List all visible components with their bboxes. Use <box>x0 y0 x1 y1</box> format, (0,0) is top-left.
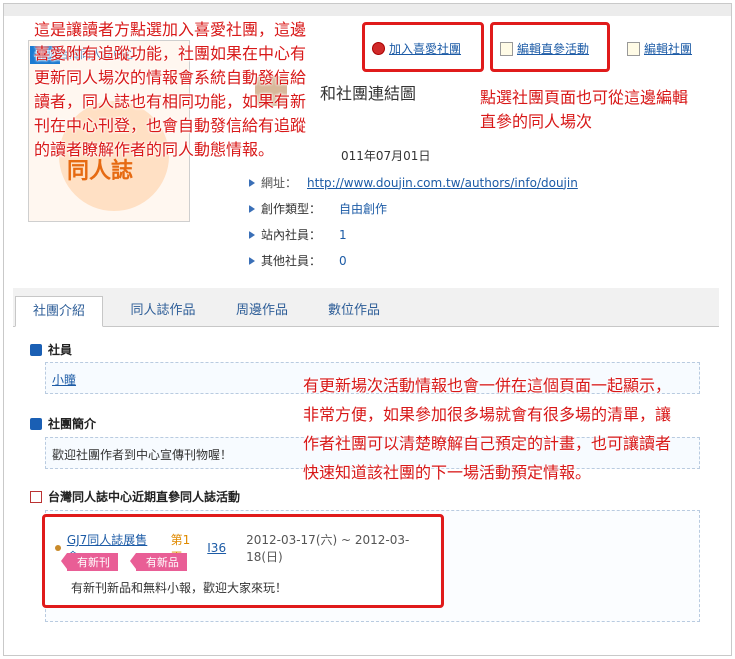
annotation-line: 作者社團可以清楚瞭解自己預定的計畫，也可讓讀者 <box>303 434 672 453</box>
partial-info-text: 和社團連結圖 <box>320 84 417 103</box>
website-label: 網址： <box>261 176 298 190</box>
annotation-line: 點選社團頁面也可從這邊編輯 <box>480 88 689 107</box>
annotation-right-top: 點選社團頁面也可從這邊編輯 直參的同人場次 <box>480 86 688 134</box>
tab-digital-works[interactable]: 數位作品 <box>311 296 397 325</box>
edit-club-label: 編輯社團 <box>644 42 693 56</box>
info-icon <box>30 417 42 430</box>
annotation-left-top: 這是讓讀者方點選加入喜愛社團，這邊 喜愛附有追蹤功能，社團如果在中心有 更新同人… <box>34 18 306 162</box>
annotation-line: 更新同人場次的情報會系統自動發信給 <box>34 68 307 87</box>
annotation-line: 這是讓讀者方點選加入喜愛社團，這邊 <box>34 20 307 39</box>
intro-section-title: 社團簡介 <box>30 415 96 432</box>
highlight-event-card <box>42 514 444 608</box>
annotation-line: 非常方便，如果參加很多場就會有很多場的清單，讓 <box>303 405 672 424</box>
highlight-join-button <box>362 22 484 72</box>
founded-value: 011年07月01日 <box>341 149 431 163</box>
annotation-line: 的讀者瞭解作者的同人動態情報。 <box>34 140 275 159</box>
bullet-icon <box>249 178 255 187</box>
info-others: 其他社員： 0 <box>249 252 347 269</box>
info-website: 網址： http://www.doujin.com.tw/authors/inf… <box>249 174 578 191</box>
info-type: 創作類型： 自由創作 <box>249 200 387 217</box>
intro-title-text: 社團簡介 <box>48 417 97 431</box>
tab-merch-works[interactable]: 周邊作品 <box>219 296 305 325</box>
members-section-title: 社員 <box>30 341 72 358</box>
annotation-line: 喜愛附有追蹤功能，社團如果在中心有 <box>34 44 307 63</box>
tab-bar: 社團介紹 同人誌作品 周邊作品 數位作品 <box>13 296 719 327</box>
members-title-text: 社員 <box>48 343 73 357</box>
intro-text: 歡迎社團作者到中心宣傳刊物喔！ <box>52 448 233 462</box>
annotation-line: 直參的同人場次 <box>480 112 593 131</box>
annotation-line: 快速知道該社團的下一場活動預定情報。 <box>303 463 592 482</box>
others-value: 0 <box>339 253 347 268</box>
others-label: 其他社員： <box>261 254 322 268</box>
tab-club-intro[interactable]: 社團介紹 <box>15 296 103 327</box>
members-value: 1 <box>339 227 347 242</box>
annotation-line: 有更新場次活動情報也會一併在這個頁面一起顯示， <box>303 376 672 395</box>
events-title-text: 台灣同人誌中心近期直參同人誌活動 <box>48 490 241 504</box>
highlight-edit-event-button <box>490 22 610 72</box>
edit-club-button[interactable]: 編輯社團 <box>627 40 692 57</box>
bullet-icon <box>249 230 255 239</box>
members-label: 站內社員： <box>261 228 322 242</box>
annotation-line: 讀者，同人誌也有相同功能，如果有新 <box>34 92 307 111</box>
type-label: 創作類型： <box>261 202 322 216</box>
annotation-line: 刊在中心刊登，也會自動發信給有追蹤 <box>34 116 307 135</box>
bullet-icon <box>249 204 255 213</box>
info-icon <box>30 343 42 356</box>
member-link[interactable]: 小瞳 <box>52 371 76 388</box>
info-members: 站內社員： 1 <box>249 226 347 243</box>
website-link[interactable]: http://www.doujin.com.tw/authors/info/do… <box>307 176 578 190</box>
bullet-icon <box>249 256 255 265</box>
annotation-right-mid: 有更新場次活動情報也會一併在這個頁面一起顯示， 非常方便，如果參加很多場就會有很… <box>303 371 671 487</box>
tab-doujin-works[interactable]: 同人誌作品 <box>113 296 213 325</box>
frame-top-bar <box>4 4 731 16</box>
events-section-title: 台灣同人誌中心近期直參同人誌活動 <box>30 488 240 505</box>
type-value: 自由創作 <box>339 202 388 216</box>
document-icon <box>627 41 640 56</box>
calendar-icon <box>30 490 42 503</box>
